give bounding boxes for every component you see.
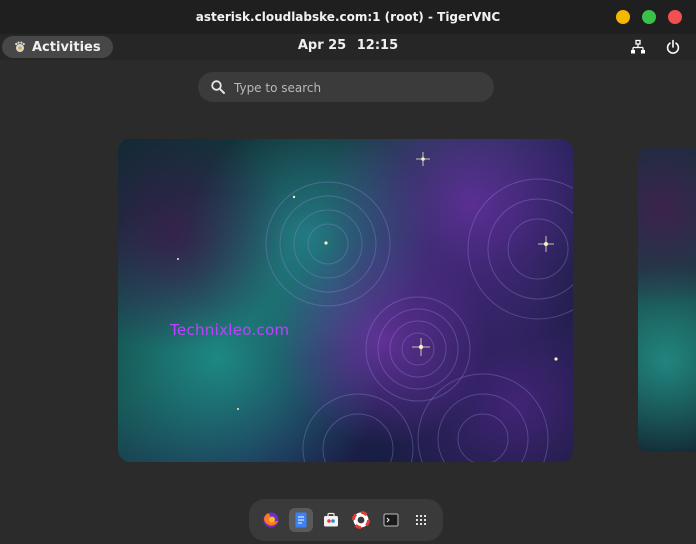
app-grid-icon[interactable] <box>409 508 433 532</box>
maximize-button[interactable] <box>642 10 656 24</box>
workspace-thumbnail-next[interactable] <box>638 148 696 452</box>
text-editor-icon[interactable] <box>289 508 313 532</box>
window-title: asterisk.cloudlabske.com:1 (root) - Tige… <box>195 10 501 24</box>
software-icon[interactable] <box>319 508 343 532</box>
gnome-top-bar: Activities Apr 25 12:15 <box>0 34 696 60</box>
search-icon <box>210 79 226 95</box>
clock-time: 12:15 <box>356 38 399 53</box>
clock[interactable]: Apr 25 12:15 <box>0 38 696 53</box>
watermark-text: Technixleo.com <box>170 321 290 339</box>
close-button[interactable] <box>668 10 682 24</box>
wallpaper-nebula <box>177 152 573 462</box>
window-controls <box>616 10 682 24</box>
vnc-window-titlebar: asterisk.cloudlabske.com:1 (root) - Tige… <box>0 0 696 34</box>
terminal-icon[interactable] <box>379 508 403 532</box>
help-icon[interactable] <box>349 508 373 532</box>
dash <box>249 499 443 541</box>
overview-search-box[interactable] <box>198 72 494 102</box>
network-icon[interactable] <box>630 39 646 55</box>
search-input[interactable] <box>232 76 486 100</box>
clock-date: Apr 25 <box>297 38 347 53</box>
power-icon[interactable] <box>665 39 681 55</box>
firefox-icon[interactable] <box>259 508 283 532</box>
minimize-button[interactable] <box>616 10 630 24</box>
workspace-thumbnail-current[interactable]: Technixleo.com <box>118 139 573 462</box>
